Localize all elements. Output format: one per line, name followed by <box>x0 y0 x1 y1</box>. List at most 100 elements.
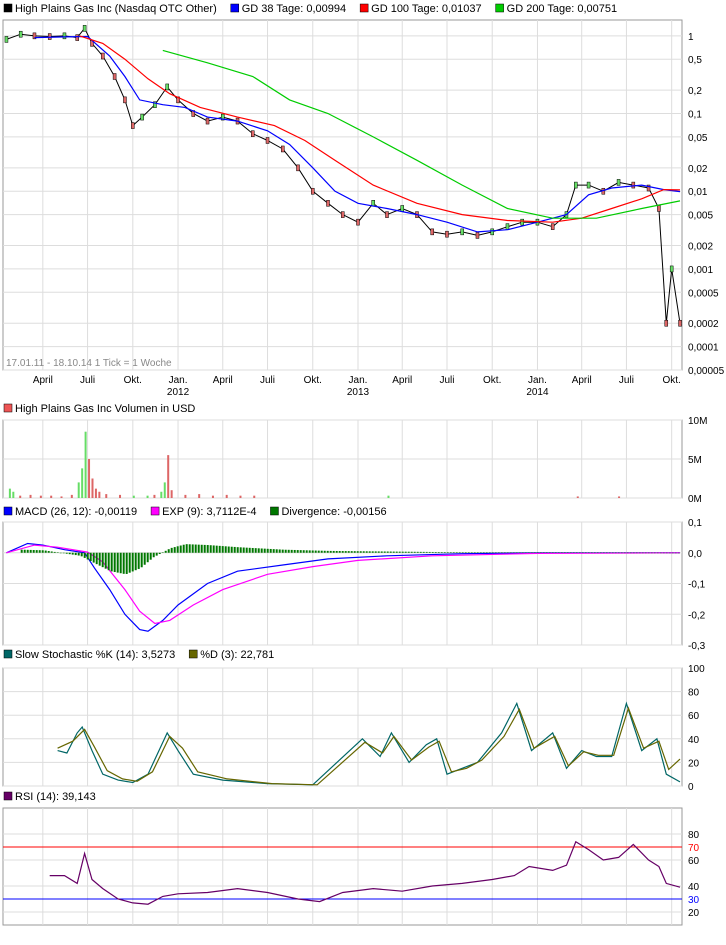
divergence-bar <box>203 544 206 553</box>
divergence-bar <box>323 550 326 553</box>
divergence-bar <box>116 552 119 573</box>
divergence-bar <box>53 551 56 553</box>
price-candle <box>165 83 169 91</box>
divergence-bar <box>185 544 188 553</box>
volume-bar <box>70 494 73 498</box>
divergence-bar <box>257 548 260 553</box>
divergence-bar <box>548 552 551 553</box>
divergence-bar <box>182 544 185 553</box>
divergence-bar <box>128 552 131 573</box>
divergence-bar <box>350 551 353 553</box>
divergence-bar <box>503 552 506 553</box>
y-tick-label: 0,0005 <box>688 288 719 299</box>
divergence-bar <box>146 552 149 563</box>
price-candle <box>340 211 345 218</box>
divergence-bar <box>587 552 590 554</box>
panel-frame <box>2 667 683 787</box>
divergence-bar <box>488 552 491 553</box>
price-candle <box>657 205 661 212</box>
x-tick-label: Jan. <box>349 375 368 386</box>
price-candle <box>520 218 524 226</box>
volume-bar <box>105 494 108 498</box>
legend-label: RSI (14): 39,143 <box>15 791 96 803</box>
y-tick-label: 30 <box>688 895 700 906</box>
y-tick-label: 60 <box>688 856 700 867</box>
y-tick-label: 0,005 <box>688 211 713 222</box>
divergence-bar <box>578 552 581 554</box>
divergence-bar <box>569 552 572 554</box>
volume-bar <box>198 494 201 498</box>
legend-label: GD 200 Tage: 0,00751 <box>507 3 618 15</box>
divergence-bar <box>80 552 83 557</box>
divergence-bar <box>62 552 65 554</box>
divergence-bar <box>347 551 350 553</box>
legend-swatch <box>3 791 13 801</box>
divergence-bar <box>212 545 215 553</box>
divergence-bar <box>125 552 128 574</box>
divergence-bar <box>590 552 593 554</box>
x-tick-label: April <box>33 375 53 386</box>
divergence-bar <box>518 552 521 553</box>
price-candle <box>101 52 105 60</box>
price-candle <box>251 130 255 137</box>
y-tick-label: 0 <box>688 782 694 793</box>
volume-bar <box>50 495 53 498</box>
divergence-bar <box>173 547 176 553</box>
price-candle <box>678 319 682 327</box>
y-tick-label: 10M <box>688 416 707 427</box>
divergence-bar <box>272 549 275 553</box>
price-candle <box>400 205 404 212</box>
divergence-bar <box>362 551 365 553</box>
divergence-bar <box>152 552 155 558</box>
price-candle <box>47 33 52 40</box>
divergence-bar <box>191 544 194 553</box>
volume-bar <box>576 496 579 498</box>
divergence-bar <box>485 552 488 553</box>
divergence-bar <box>275 549 278 553</box>
price-candle <box>664 319 669 327</box>
y-tick-label: 40 <box>688 882 700 893</box>
divergence-bar <box>638 552 641 554</box>
price-candle <box>281 145 285 153</box>
divergence-bar <box>581 552 584 554</box>
volume-bar <box>91 478 94 498</box>
divergence-bar <box>113 552 116 573</box>
divergence-bar <box>254 548 257 553</box>
divergence-bar <box>167 549 170 553</box>
price-candle <box>669 265 674 273</box>
divergence-bar <box>557 552 560 553</box>
divergence-bar <box>629 552 632 554</box>
divergence-bar <box>164 550 167 553</box>
divergence-bar <box>467 552 470 553</box>
divergence-bar <box>566 552 569 554</box>
y-tick-label: 0,00005 <box>688 366 725 377</box>
price-candle <box>460 228 464 236</box>
y-tick-label: 0,02 <box>688 164 708 175</box>
price-candle <box>385 211 389 218</box>
divergence-bar <box>434 552 437 553</box>
legend-swatch <box>188 649 198 659</box>
divergence-bar <box>401 551 404 553</box>
price-candle <box>616 179 621 186</box>
y-tick-label: -0,2 <box>688 610 706 621</box>
divergence-bar <box>65 552 68 554</box>
divergence-bar <box>542 552 545 553</box>
divergence-bar <box>365 551 368 553</box>
price-candle <box>62 32 67 40</box>
volume-bar <box>184 494 187 498</box>
panel-title: High Plains Gas Inc Volumen in USD <box>15 403 195 415</box>
divergence-bar <box>218 545 221 553</box>
x-tick-label: Okt. <box>483 375 501 386</box>
divergence-bar <box>56 552 59 553</box>
divergence-bar <box>89 552 92 562</box>
divergence-bar <box>302 550 305 553</box>
divergence-bar <box>602 552 605 554</box>
divergence-bar <box>44 550 47 553</box>
divergence-bar <box>593 552 596 554</box>
divergence-bar <box>497 552 500 553</box>
divergence-bar <box>98 552 101 566</box>
x-year-label: 2013 <box>347 387 370 398</box>
legend-label: GD 100 Tage: 0,01037 <box>371 3 482 15</box>
divergence-bar <box>110 552 113 572</box>
divergence-bar <box>524 552 527 553</box>
